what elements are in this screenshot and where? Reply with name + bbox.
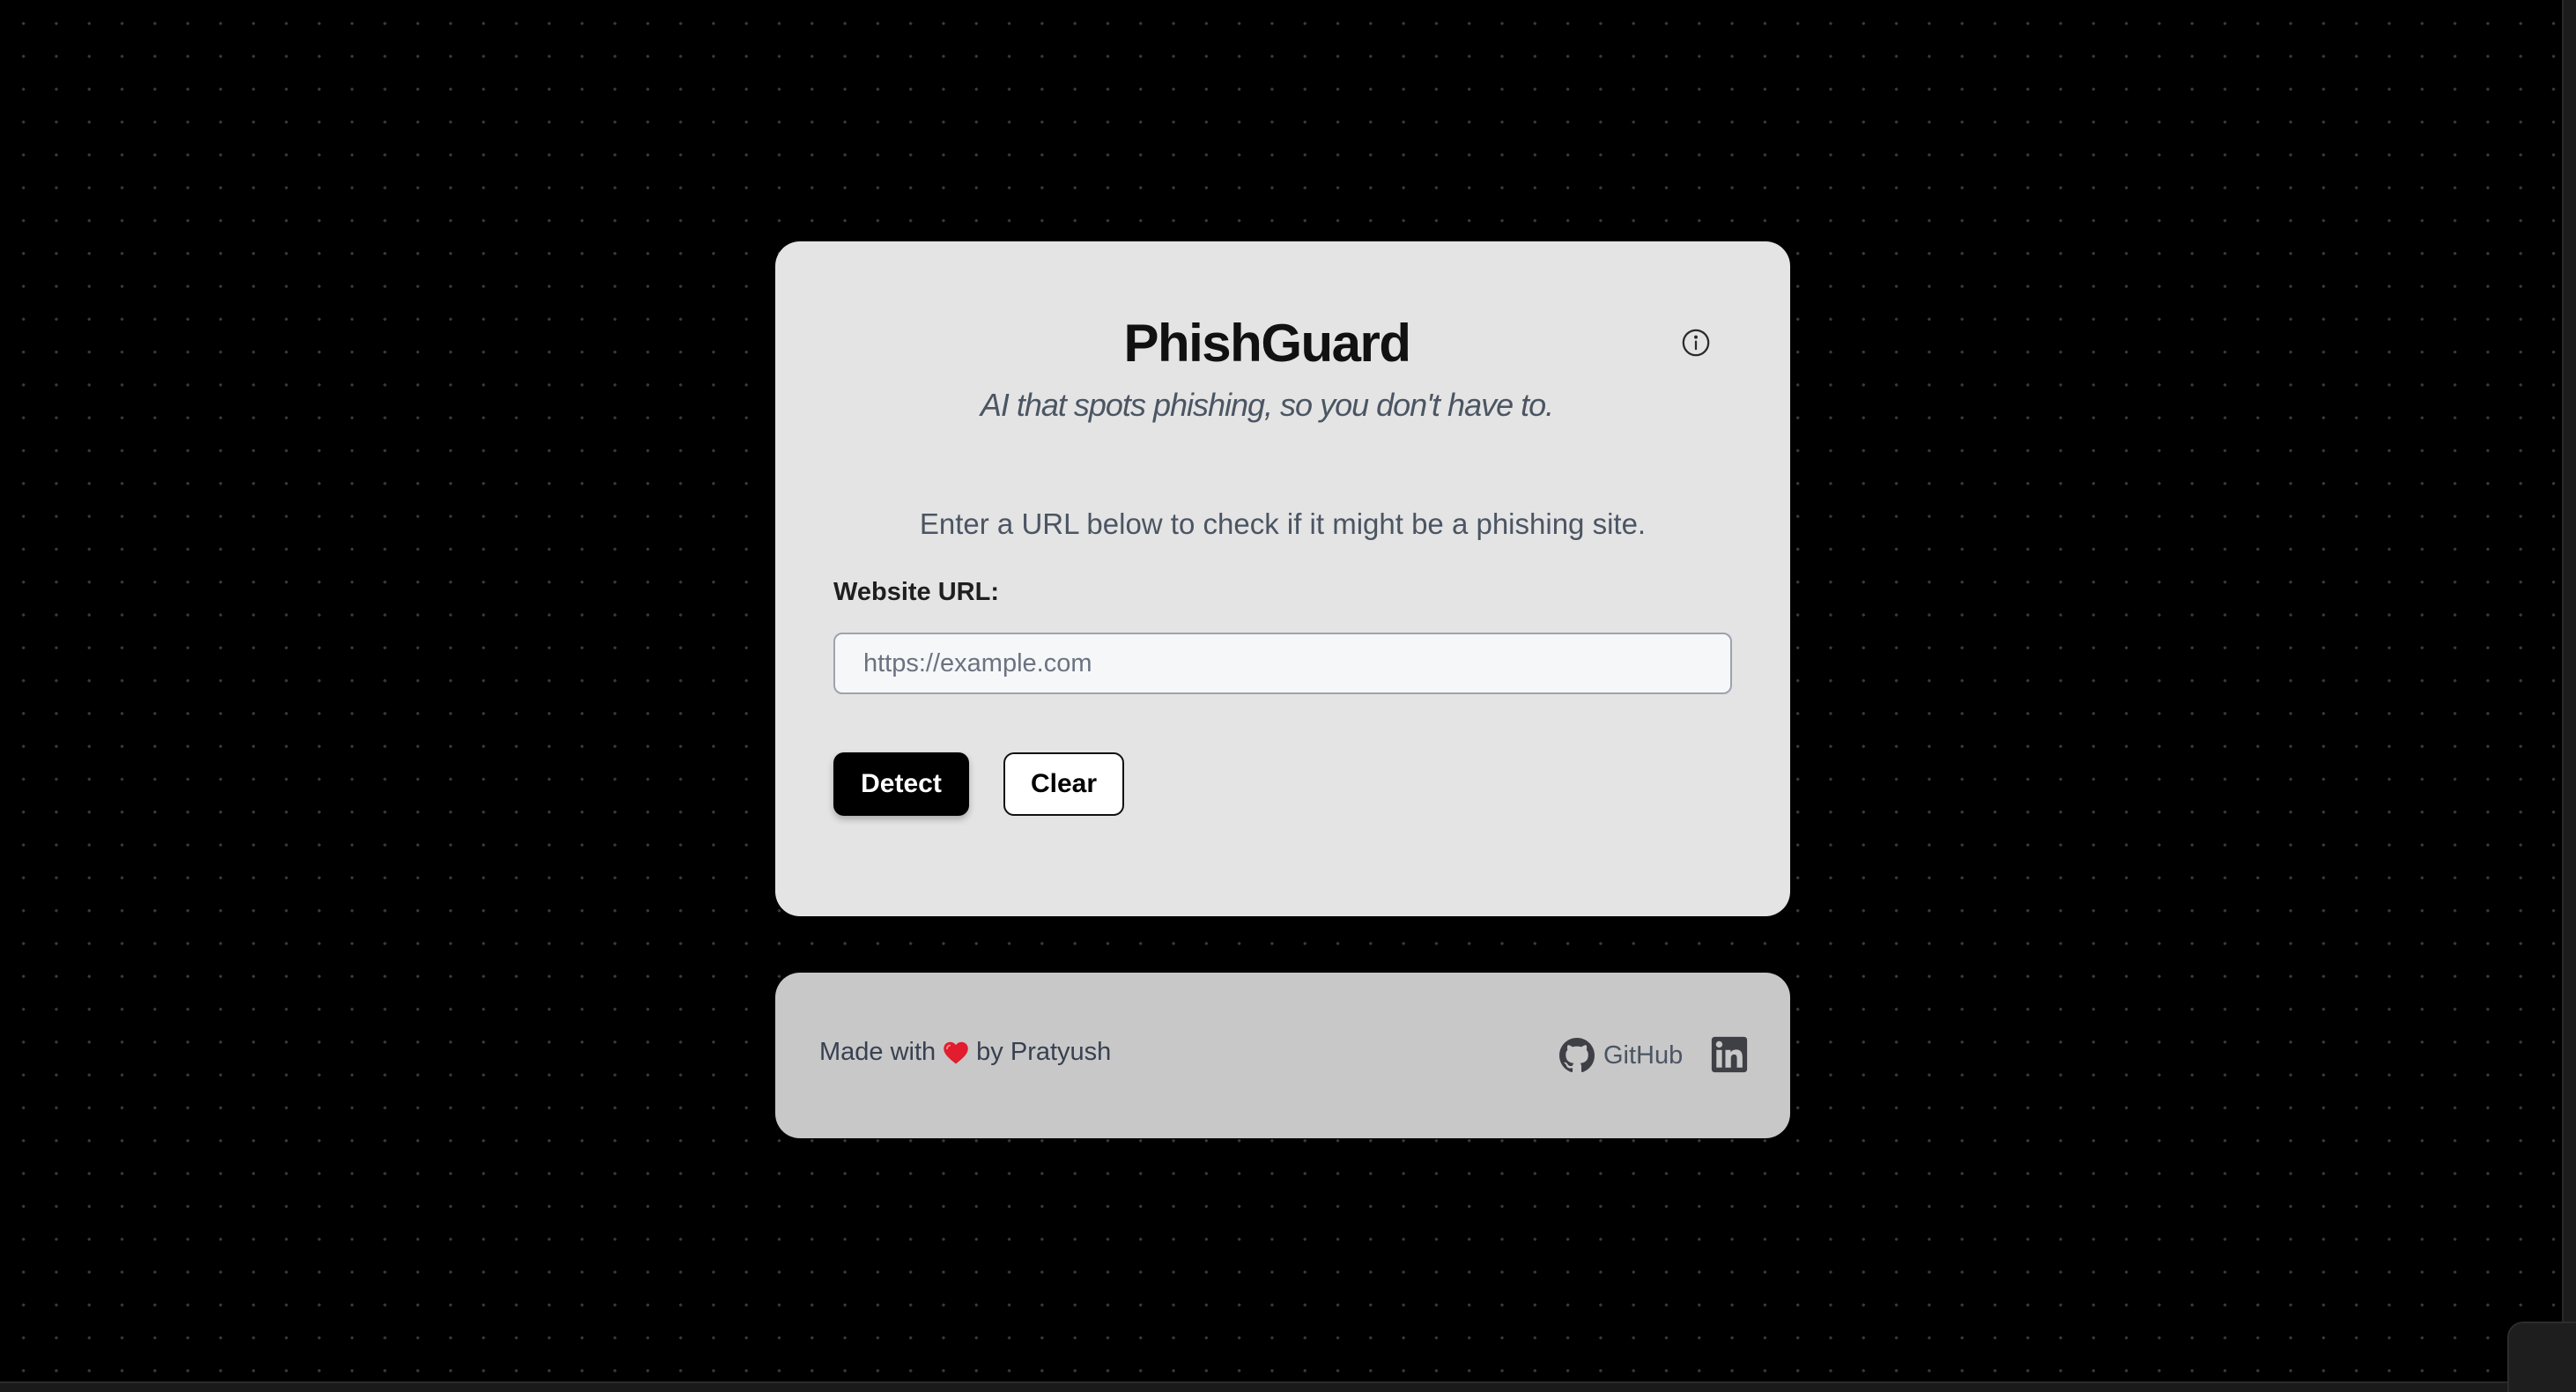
detect-button[interactable]: Detect <box>833 752 969 816</box>
github-link[interactable]: GitHub <box>1559 1038 1683 1073</box>
github-icon <box>1559 1038 1595 1073</box>
github-label: GitHub <box>1603 1040 1684 1070</box>
url-field-label: Website URL: <box>833 578 999 606</box>
credits: Made with by Pratyush <box>819 1040 1111 1065</box>
clear-button[interactable]: Clear <box>1003 752 1124 816</box>
heart-icon <box>944 1041 968 1063</box>
intro-text: Enter a URL below to check if it might b… <box>919 507 1647 540</box>
credits-prefix: Made with <box>819 1038 936 1066</box>
info-icon[interactable] <box>1681 328 1711 358</box>
app-tagline: AI that spots phishing, so you don't hav… <box>980 387 1554 423</box>
window-edge-right <box>2562 0 2576 1383</box>
footer-card: Made with by Pratyush GitHub <box>775 973 1790 1138</box>
linkedin-icon[interactable] <box>1711 1036 1748 1073</box>
detector-card: PhishGuard AI that spots phishing, so yo… <box>775 241 1790 916</box>
credits-suffix: by Pratyush <box>976 1038 1112 1066</box>
url-input[interactable] <box>833 633 1732 694</box>
app-title: PhishGuard <box>1123 314 1411 373</box>
corner-widget <box>2507 1322 2576 1392</box>
window-edge-bottom <box>0 1381 2576 1392</box>
